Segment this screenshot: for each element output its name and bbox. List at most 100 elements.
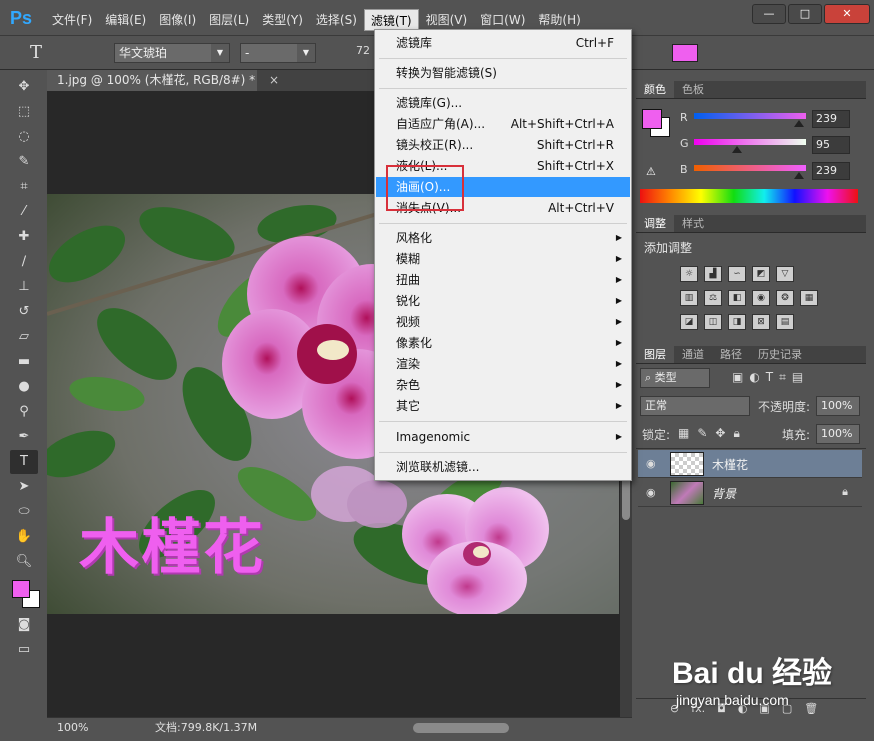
channel-value-g[interactable]: 95 [812, 136, 850, 154]
lasso-tool-icon[interactable]: ◌ [10, 125, 38, 149]
foreground-color[interactable] [12, 580, 30, 598]
tab-adjustments[interactable]: 调整 [636, 215, 674, 232]
channel-value-b[interactable]: 239 [812, 162, 850, 180]
posterize-icon[interactable]: ◫ [704, 314, 722, 330]
blur-tool-icon[interactable]: ● [10, 375, 38, 399]
tab-swatches[interactable]: 色板 [674, 81, 712, 98]
menu-item-lens-correction[interactable]: 镜头校正(R)... Shift+Ctrl+R [376, 135, 630, 155]
hand-tool-icon[interactable]: ✋ [10, 525, 38, 549]
levels-icon[interactable]: ▟ [704, 266, 722, 282]
menu-select[interactable]: 选择(S) [310, 9, 363, 31]
menu-filter[interactable]: 滤镜(T) [363, 9, 419, 31]
menu-item-render[interactable]: 渲染 ▶ [376, 354, 630, 374]
channel-mixer-icon[interactable]: ❂ [776, 290, 794, 306]
eraser-tool-icon[interactable]: ▱ [10, 325, 38, 349]
gamut-warning-icon[interactable]: ⚠ [646, 165, 656, 178]
blend-mode-select[interactable]: 正常 [640, 396, 750, 416]
path-select-tool-icon[interactable]: ➤ [10, 475, 38, 499]
layer-row-background[interactable]: ◉ 背景 🔒︎ [638, 479, 862, 507]
font-family-select[interactable]: 华文琥珀 ▼ [114, 43, 230, 63]
color-swatches[interactable] [10, 578, 40, 612]
menu-type[interactable]: 类型(Y) [256, 9, 309, 31]
layer-row-text[interactable]: ◉ 木槿花 [638, 450, 862, 478]
tab-color[interactable]: 颜色 [636, 81, 674, 98]
type-tool-icon[interactable]: T [10, 450, 38, 474]
minimize-button[interactable]: — [752, 4, 786, 24]
tab-layers[interactable]: 图层 [636, 346, 674, 363]
tab-history[interactable]: 历史记录 [750, 346, 810, 363]
threshold-icon[interactable]: ◨ [728, 314, 746, 330]
text-color-swatch[interactable] [672, 44, 698, 62]
zoom-level[interactable]: 100% [57, 718, 88, 738]
brush-tool-icon[interactable]: ∕ [10, 250, 38, 274]
color-lookup-icon[interactable]: ▦ [800, 290, 818, 306]
channel-value-r[interactable]: 239 [812, 110, 850, 128]
history-brush-tool-icon[interactable]: ↺ [10, 300, 38, 324]
invert-icon[interactable]: ◪ [680, 314, 698, 330]
menu-item-stylize[interactable]: 风格化 ▶ [376, 228, 630, 248]
ellipse-tool-icon[interactable]: ⬭ [10, 500, 38, 524]
gradient-tool-icon[interactable]: ▬ [10, 350, 38, 374]
slider-knob-g[interactable] [732, 146, 742, 153]
document-tab[interactable]: 1.jpg @ 100% (木槿花, RGB/8#) * × [47, 70, 279, 91]
color-balance-icon[interactable]: ⚖ [704, 290, 722, 306]
menu-item-convert-smart[interactable]: 转换为智能滤镜(S) [376, 63, 630, 83]
eyedropper-tool-icon[interactable]: ⁄ [10, 200, 38, 224]
photo-filter-icon[interactable]: ◉ [752, 290, 770, 306]
menu-item-filter-gallery[interactable]: 滤镜库(G)... [376, 93, 630, 113]
tab-paths[interactable]: 路径 [712, 346, 750, 363]
gradient-map-icon[interactable]: ▤ [776, 314, 794, 330]
menu-item-other[interactable]: 其它 ▶ [376, 396, 630, 416]
menu-item-adaptive-wide-angle[interactable]: 自适应广角(A)... Alt+Shift+Ctrl+A [376, 114, 630, 134]
slider-g[interactable] [694, 139, 806, 145]
color-spectrum[interactable] [640, 189, 858, 203]
slider-b[interactable] [694, 165, 806, 171]
tab-channels[interactable]: 通道 [674, 346, 712, 363]
marquee-tool-icon[interactable]: ⬚ [10, 100, 38, 124]
layer-filter-select[interactable]: ⌕ 类型 [640, 368, 710, 388]
lock-icons[interactable]: ▦✎✥🔒︎ [678, 426, 748, 441]
menu-item-blur[interactable]: 模糊 ▶ [376, 249, 630, 269]
vertical-scroll-thumb[interactable] [622, 476, 630, 520]
menu-help[interactable]: 帮助(H) [532, 9, 586, 31]
eye-icon[interactable]: ◉ [646, 486, 656, 499]
font-style-select[interactable]: - ▼ [240, 43, 316, 63]
layer-filter-icons[interactable]: ▣◐T⌗▤ [732, 370, 809, 385]
exposure-icon[interactable]: ◩ [752, 266, 770, 282]
menu-item-pixelate[interactable]: 像素化 ▶ [376, 333, 630, 353]
quick-select-tool-icon[interactable]: ✎ [10, 150, 38, 174]
stamp-tool-icon[interactable]: ⊥ [10, 275, 38, 299]
close-button[interactable]: ✕ [824, 4, 870, 24]
curves-icon[interactable]: ∽ [728, 266, 746, 282]
menu-layer[interactable]: 图层(L) [203, 9, 255, 31]
healing-tool-icon[interactable]: ✚ [10, 225, 38, 249]
hue-saturation-icon[interactable]: ▥ [680, 290, 698, 306]
pen-tool-icon[interactable]: ✒ [10, 425, 38, 449]
slider-r[interactable] [694, 113, 806, 119]
menu-view[interactable]: 视图(V) [420, 9, 474, 31]
opacity-input[interactable]: 100% [816, 396, 860, 416]
menu-file[interactable]: 文件(F) [46, 9, 98, 31]
menu-item-last-filter[interactable]: 滤镜库 Ctrl+F [376, 33, 630, 53]
foreground-color[interactable] [642, 109, 662, 129]
fill-input[interactable]: 100% [816, 424, 860, 444]
selective-color-icon[interactable]: ⊠ [752, 314, 770, 330]
close-icon[interactable]: × [269, 70, 279, 91]
type-tool-icon[interactable]: T [30, 42, 42, 63]
menu-item-sharpen[interactable]: 锐化 ▶ [376, 291, 630, 311]
document-info[interactable]: 文档:799.8K/1.37M [155, 718, 257, 738]
brightness-icon[interactable]: ☼ [680, 266, 698, 282]
zoom-tool-icon[interactable]: 🔍︎ [10, 550, 38, 574]
font-size-value[interactable]: 72 [356, 44, 370, 57]
menu-edit[interactable]: 编辑(E) [99, 9, 152, 31]
black-white-icon[interactable]: ◧ [728, 290, 746, 306]
menu-window[interactable]: 窗口(W) [474, 9, 531, 31]
menu-item-noise[interactable]: 杂色 ▶ [376, 375, 630, 395]
tab-styles[interactable]: 样式 [674, 215, 712, 232]
crop-tool-icon[interactable]: ⌗ [10, 175, 38, 199]
move-tool-icon[interactable]: ✥ [10, 75, 38, 99]
menu-item-distort[interactable]: 扭曲 ▶ [376, 270, 630, 290]
menu-item-video[interactable]: 视频 ▶ [376, 312, 630, 332]
vibrance-icon[interactable]: ▽ [776, 266, 794, 282]
dodge-tool-icon[interactable]: ⚲ [10, 400, 38, 424]
